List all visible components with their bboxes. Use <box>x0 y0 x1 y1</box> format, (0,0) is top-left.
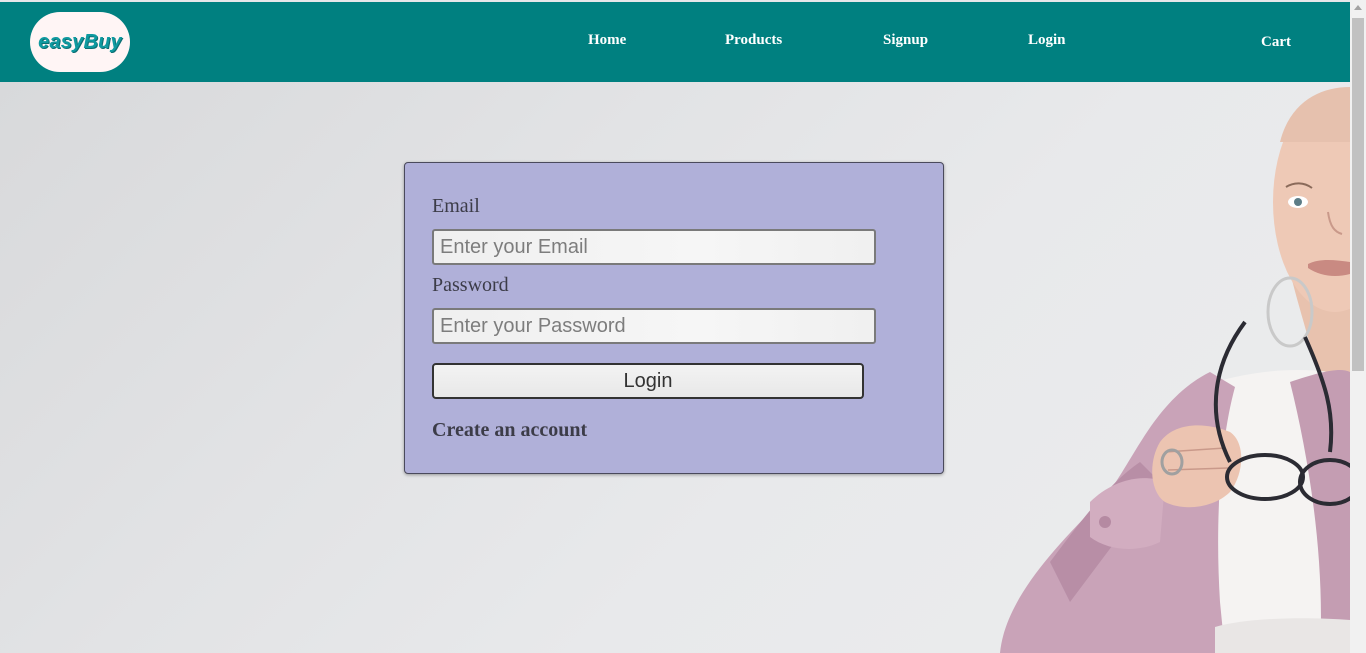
top-navbar: easyBuy Home Products Signup Login Cart <box>0 2 1350 82</box>
password-input[interactable] <box>432 308 876 344</box>
email-label: Email <box>432 195 480 217</box>
scrollbar-thumb[interactable] <box>1352 18 1364 371</box>
nav-home[interactable]: Home <box>588 32 626 49</box>
create-account-link[interactable]: Create an account <box>432 419 587 442</box>
page-scrollbar[interactable] <box>1350 0 1366 653</box>
brand-logo-text: easyBuy <box>38 30 122 53</box>
nav-signup[interactable]: Signup <box>883 32 928 49</box>
nav-login[interactable]: Login <box>1028 32 1066 49</box>
email-input[interactable] <box>432 229 876 265</box>
login-button[interactable]: Login <box>432 363 864 399</box>
nav-products[interactable]: Products <box>725 32 782 49</box>
password-label: Password <box>432 274 509 296</box>
model-photo <box>1000 87 1350 653</box>
nav-cart[interactable]: Cart <box>1261 34 1291 51</box>
login-card: Email Password Login Create an account <box>404 162 944 474</box>
brand-logo[interactable]: easyBuy <box>30 12 130 72</box>
scroll-up-arrow-icon[interactable] <box>1354 5 1362 10</box>
page: easyBuy Home Products Signup Login Cart … <box>0 0 1366 653</box>
